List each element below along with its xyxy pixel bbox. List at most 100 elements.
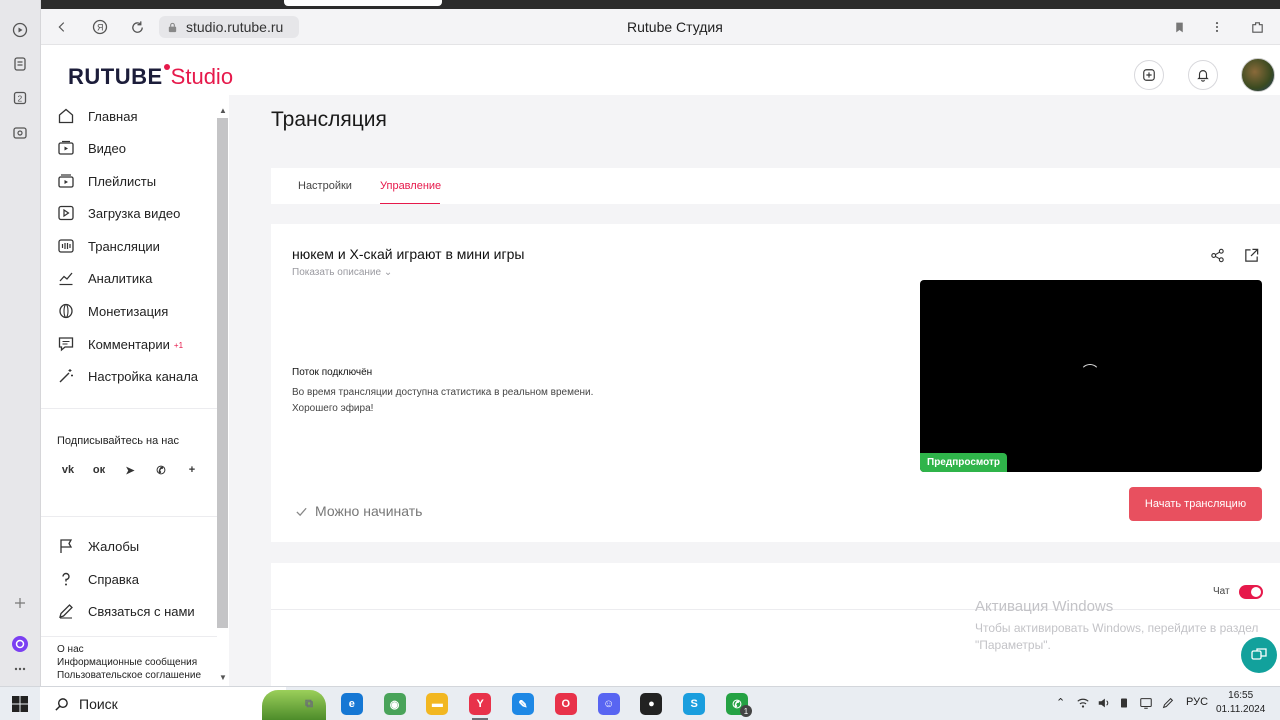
bell-icon — [1197, 70, 1209, 82]
address-field[interactable]: studio.rutube.ru — [159, 16, 299, 38]
sidebar-item-playlists[interactable]: Плейлисты — [57, 169, 156, 193]
extensions-icon[interactable] — [1248, 18, 1266, 36]
sidebar-item-video[interactable]: Видео — [57, 136, 126, 160]
discord-icon[interactable]: ☺ — [597, 693, 620, 715]
paint-icon[interactable]: ✎ — [512, 693, 534, 715]
back-arrow-icon[interactable] — [53, 18, 71, 36]
reload-icon[interactable] — [128, 18, 146, 36]
active-browser-tab[interactable] — [284, 0, 442, 6]
logo-main-text: RUTUBE — [68, 64, 163, 89]
sidebar-item-help[interactable]: Справка — [57, 567, 139, 591]
bookmark-icon[interactable] — [1170, 18, 1188, 36]
show-description-link[interactable]: Показать описание ⌄ — [292, 267, 392, 278]
alice-assistant-icon[interactable] — [11, 635, 29, 653]
chat-toggle[interactable] — [1239, 585, 1263, 599]
stream-status-line-1: Во время трансляции доступна статистика … — [292, 387, 594, 398]
footer-link-info[interactable]: Информационные сообщения — [57, 657, 197, 668]
sidebar-item-label: Главная — [88, 108, 138, 124]
browser-menu-icon[interactable] — [1208, 18, 1226, 36]
sidebar-item-monetization[interactable]: Монетизация — [57, 299, 168, 323]
footer-link-about[interactable]: О нас — [57, 644, 84, 655]
sidebar-item-comments[interactable]: Комментарии +1 — [57, 332, 183, 356]
start-broadcast-button[interactable]: Начать трансляцию — [1129, 487, 1262, 521]
help-icon — [62, 572, 70, 586]
media-icon[interactable] — [11, 124, 29, 142]
sidebar-scrollbar[interactable]: ▲ ▼ — [217, 106, 229, 686]
avatar[interactable] — [1241, 58, 1275, 92]
add-panel-icon[interactable] — [11, 594, 29, 612]
ok-icon[interactable]: ок — [87, 458, 111, 482]
logo-studio-text: Studio — [170, 64, 234, 89]
sidebar-item-label: Комментарии — [88, 336, 170, 352]
sidebar-item-analytics[interactable]: Аналитика — [57, 266, 152, 290]
sidebar-item-complaints[interactable]: Жалобы — [57, 534, 139, 558]
scroll-down-icon[interactable]: ▼ — [219, 673, 227, 682]
edge-icon[interactable]: e — [340, 693, 363, 715]
display-icon[interactable] — [1139, 696, 1153, 713]
rutube-studio-logo[interactable]: RUTUBE Studio — [68, 64, 233, 92]
viber-icon[interactable]: ✆ — [149, 458, 173, 482]
sidebar-divider — [41, 516, 217, 517]
stream-status-text: Во время трансляции доступна статистика … — [292, 385, 652, 417]
sidebar-item-home[interactable]: Главная — [57, 104, 137, 128]
stream-preview-player[interactable]: Предпросмотр — [920, 280, 1262, 472]
create-button[interactable] — [1134, 60, 1164, 90]
obs-icon[interactable]: ● — [640, 693, 663, 715]
external-link-icon[interactable] — [1243, 247, 1261, 265]
ready-status: Можно начинать — [295, 503, 422, 519]
sidebar: Главная Видео Плейлисты Загрузка видео Т… — [41, 104, 217, 686]
plus-icon[interactable]: + — [180, 458, 204, 482]
notifications-button[interactable] — [1188, 60, 1218, 90]
sidebar-item-channel-settings[interactable]: Настройка канала — [57, 364, 198, 388]
explorer-icon[interactable]: ▬ — [426, 693, 449, 715]
skype-icon[interactable]: S — [683, 693, 706, 715]
tab-bar: Настройки Управление — [271, 168, 1280, 204]
play-circle-icon[interactable] — [11, 21, 29, 39]
flag-icon — [60, 539, 73, 553]
browser-sidebar-rail: 2 — [0, 0, 41, 686]
pen-tray-icon[interactable] — [1161, 696, 1175, 713]
telegram-icon[interactable]: ➤ — [118, 458, 142, 482]
clock[interactable]: 16:55 01.11.2024 — [1216, 689, 1265, 717]
volume-icon[interactable] — [1097, 696, 1111, 713]
share-icon[interactable] — [1209, 247, 1227, 265]
tab-management[interactable]: Управление — [380, 180, 441, 192]
yandex-browser-icon[interactable]: Y — [469, 693, 492, 715]
search-placeholder: Поиск — [79, 696, 118, 712]
active-tab-underline — [380, 203, 440, 204]
badge-2-icon[interactable]: 2 — [11, 89, 29, 107]
taskbar-search-input[interactable]: Поиск — [40, 687, 326, 720]
svg-text:Я: Я — [97, 23, 104, 33]
battery-icon[interactable] — [1118, 696, 1130, 713]
sidebar-item-contact[interactable]: Связаться с нами — [57, 599, 195, 623]
notes-icon[interactable] — [11, 55, 29, 73]
windows-start-icon[interactable] — [12, 696, 28, 712]
sidebar-item-upload[interactable]: Загрузка видео — [57, 201, 180, 225]
chat-bubble-icon — [1251, 648, 1267, 660]
scrollbar-thumb[interactable] — [217, 118, 228, 628]
stream-status-line-2: Хорошего эфира! — [292, 403, 374, 414]
preview-label: Предпросмотр — [920, 453, 1008, 472]
windows-taskbar: Поиск ⧉ e ◉ ▬ Y ✎ O ☺ ● S ✆ 1 ⌃ РУС 16:55 01.11.202… — [0, 686, 1280, 720]
maps-icon[interactable]: ◉ — [383, 693, 406, 715]
language-indicator[interactable]: РУС — [1186, 696, 1208, 708]
comments-count-badge: +1 — [173, 340, 184, 350]
vk-icon[interactable]: vk — [56, 458, 80, 482]
support-chat-button[interactable] — [1241, 637, 1277, 673]
yandex-icon[interactable]: Я — [91, 18, 109, 36]
opera-icon[interactable]: O — [554, 693, 577, 715]
watermark-line-3: "Параметры". — [975, 638, 1051, 652]
scroll-up-icon[interactable]: ▲ — [219, 106, 227, 115]
wand-icon — [59, 369, 73, 383]
tray-overflow-icon[interactable]: ⌃ — [1056, 696, 1065, 709]
watermark-title: Активация Windows — [975, 598, 1114, 615]
wifi-icon[interactable] — [1076, 696, 1090, 713]
checkmark-icon — [296, 507, 307, 516]
footer-link-agreement[interactable]: Пользовательское соглашение — [57, 670, 201, 681]
task-view-icon[interactable]: ⧉ — [298, 693, 320, 715]
tab-settings[interactable]: Настройки — [298, 180, 352, 192]
stream-title: нюкем и X-скай играют в мини игры — [292, 246, 525, 262]
sidebar-item-label: Загрузка видео — [88, 205, 181, 221]
sidebar-item-broadcasts[interactable]: Трансляции — [57, 234, 160, 258]
menu-dots-icon[interactable] — [11, 660, 29, 678]
